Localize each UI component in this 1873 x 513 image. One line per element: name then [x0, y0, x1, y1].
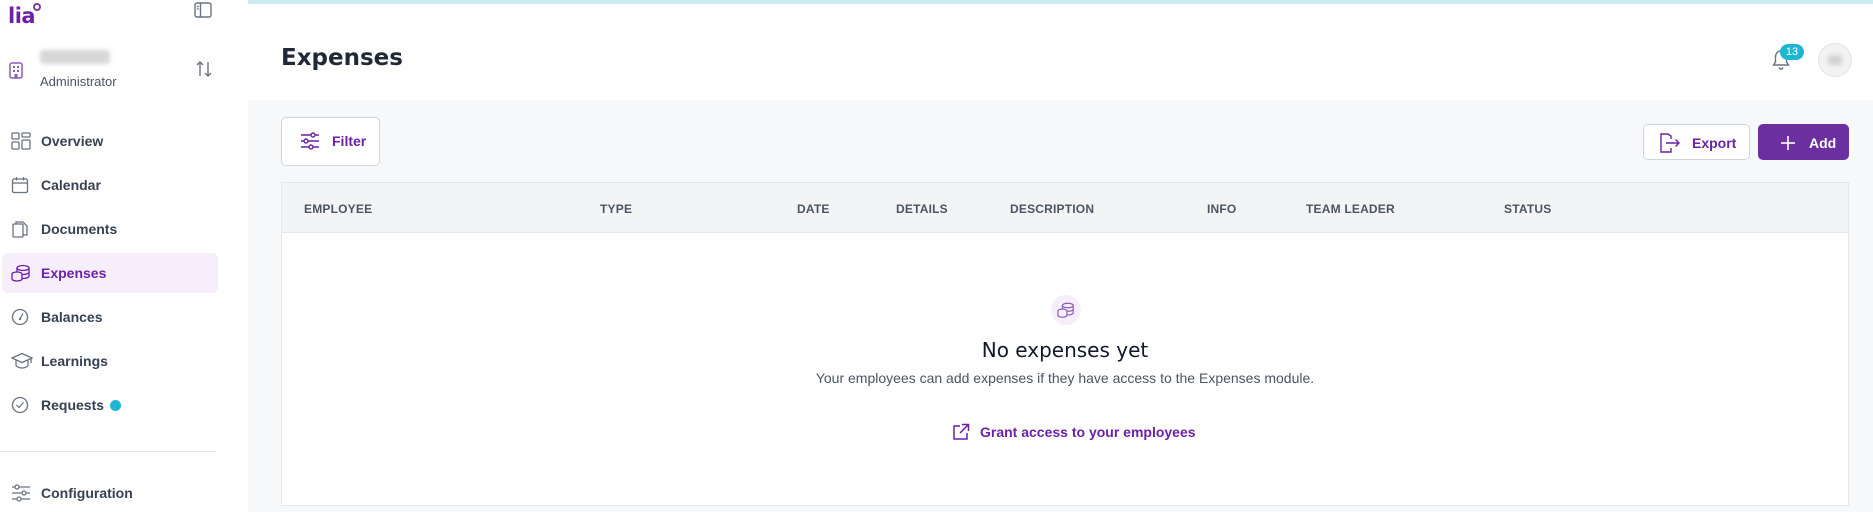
sidebar-item-configuration[interactable]: Configuration — [2, 473, 218, 513]
sidebar-item-label: Learnings — [41, 353, 108, 369]
sidebar-item-label: Calendar — [41, 177, 101, 193]
column-header-details[interactable]: DETAILS — [896, 202, 948, 216]
main-content: Expenses 13 Filter Export Add EMPLOYEE T… — [248, 0, 1873, 512]
sidebar-item-documents[interactable]: Documents — [2, 209, 218, 249]
column-header-date[interactable]: DATE — [797, 202, 830, 216]
calendar-icon — [11, 176, 31, 194]
add-expense-button[interactable]: Add — [1758, 124, 1849, 160]
notification-count-badge: 13 — [1780, 44, 1804, 60]
sidebar-item-label: Configuration — [41, 485, 133, 501]
page-title: Expenses — [281, 45, 403, 71]
empty-state-subtitle: Your employees can add expenses if they … — [815, 370, 1315, 386]
sidebar-item-overview[interactable]: Overview — [2, 121, 218, 161]
building-icon — [9, 62, 23, 84]
switch-arrows-icon[interactable] — [196, 60, 212, 83]
grant-access-link-label: Grant access to your employees — [980, 424, 1196, 440]
filter-sliders-icon — [300, 132, 320, 153]
sidebar-item-calendar[interactable]: Calendar — [2, 165, 218, 205]
sidebar-item-balances[interactable]: Balances — [2, 297, 218, 337]
brand-logo[interactable]: lia — [8, 3, 43, 28]
avatar[interactable] — [1818, 43, 1852, 77]
sidebar-item-label: Documents — [41, 221, 118, 237]
filter-button-label: Filter — [332, 133, 367, 149]
graduation-cap-icon — [10, 352, 34, 370]
plus-icon — [1780, 135, 1796, 154]
sidebar-item-requests[interactable]: Requests — [2, 385, 218, 425]
sidebar: lia Administrator Overview Calendar Docu… — [0, 0, 248, 512]
documents-icon — [11, 220, 31, 238]
column-header-employee[interactable]: EMPLOYEE — [304, 202, 372, 216]
empty-state-title: No expenses yet — [981, 338, 1149, 362]
sidebar-item-label: Balances — [41, 309, 103, 325]
collapse-sidebar-icon[interactable] — [194, 2, 214, 20]
check-circle-icon — [11, 396, 31, 414]
column-header-team-leader[interactable]: TEAM LEADER — [1306, 202, 1395, 216]
company-role: Administrator — [40, 74, 117, 89]
add-button-label: Add — [1809, 135, 1837, 151]
column-header-info[interactable]: INFO — [1207, 202, 1236, 216]
logo-ring-icon — [33, 3, 42, 11]
page-header: Expenses 13 — [248, 0, 1873, 100]
coins-icon — [11, 264, 31, 282]
company-switcher[interactable]: Administrator — [0, 46, 230, 96]
export-button-label: Export — [1692, 135, 1737, 151]
logo-text: lia — [8, 4, 36, 28]
column-header-type[interactable]: TYPE — [600, 202, 632, 216]
sidebar-divider — [0, 451, 216, 452]
external-link-icon — [953, 423, 970, 440]
company-name — [40, 50, 110, 64]
top-progress-line — [248, 0, 1873, 4]
sidebar-item-label: Requests — [41, 397, 105, 413]
filter-button[interactable]: Filter — [281, 117, 380, 166]
sidebar-item-expenses[interactable]: Expenses — [2, 253, 218, 293]
expenses-table: EMPLOYEE TYPE DATE DETAILS DESCRIPTION I… — [281, 182, 1849, 506]
column-header-description[interactable]: DESCRIPTION — [1010, 202, 1094, 216]
grid-icon — [11, 132, 31, 150]
grant-access-link[interactable]: Grant access to your employees — [952, 421, 1196, 443]
sidebar-item-label: Expenses — [41, 265, 107, 281]
export-button[interactable]: Export — [1643, 124, 1750, 160]
sidebar-item-label: Overview — [41, 133, 104, 149]
gauge-icon — [11, 308, 31, 326]
requests-status-dot — [110, 400, 121, 411]
empty-state-coins-icon — [1051, 295, 1081, 325]
column-header-status[interactable]: STATUS — [1504, 202, 1551, 216]
table-header: EMPLOYEE TYPE DATE DETAILS DESCRIPTION I… — [282, 183, 1848, 233]
sidebar-item-learnings[interactable]: Learnings — [2, 341, 218, 381]
export-file-icon — [1659, 133, 1681, 156]
sliders-icon — [11, 484, 31, 502]
